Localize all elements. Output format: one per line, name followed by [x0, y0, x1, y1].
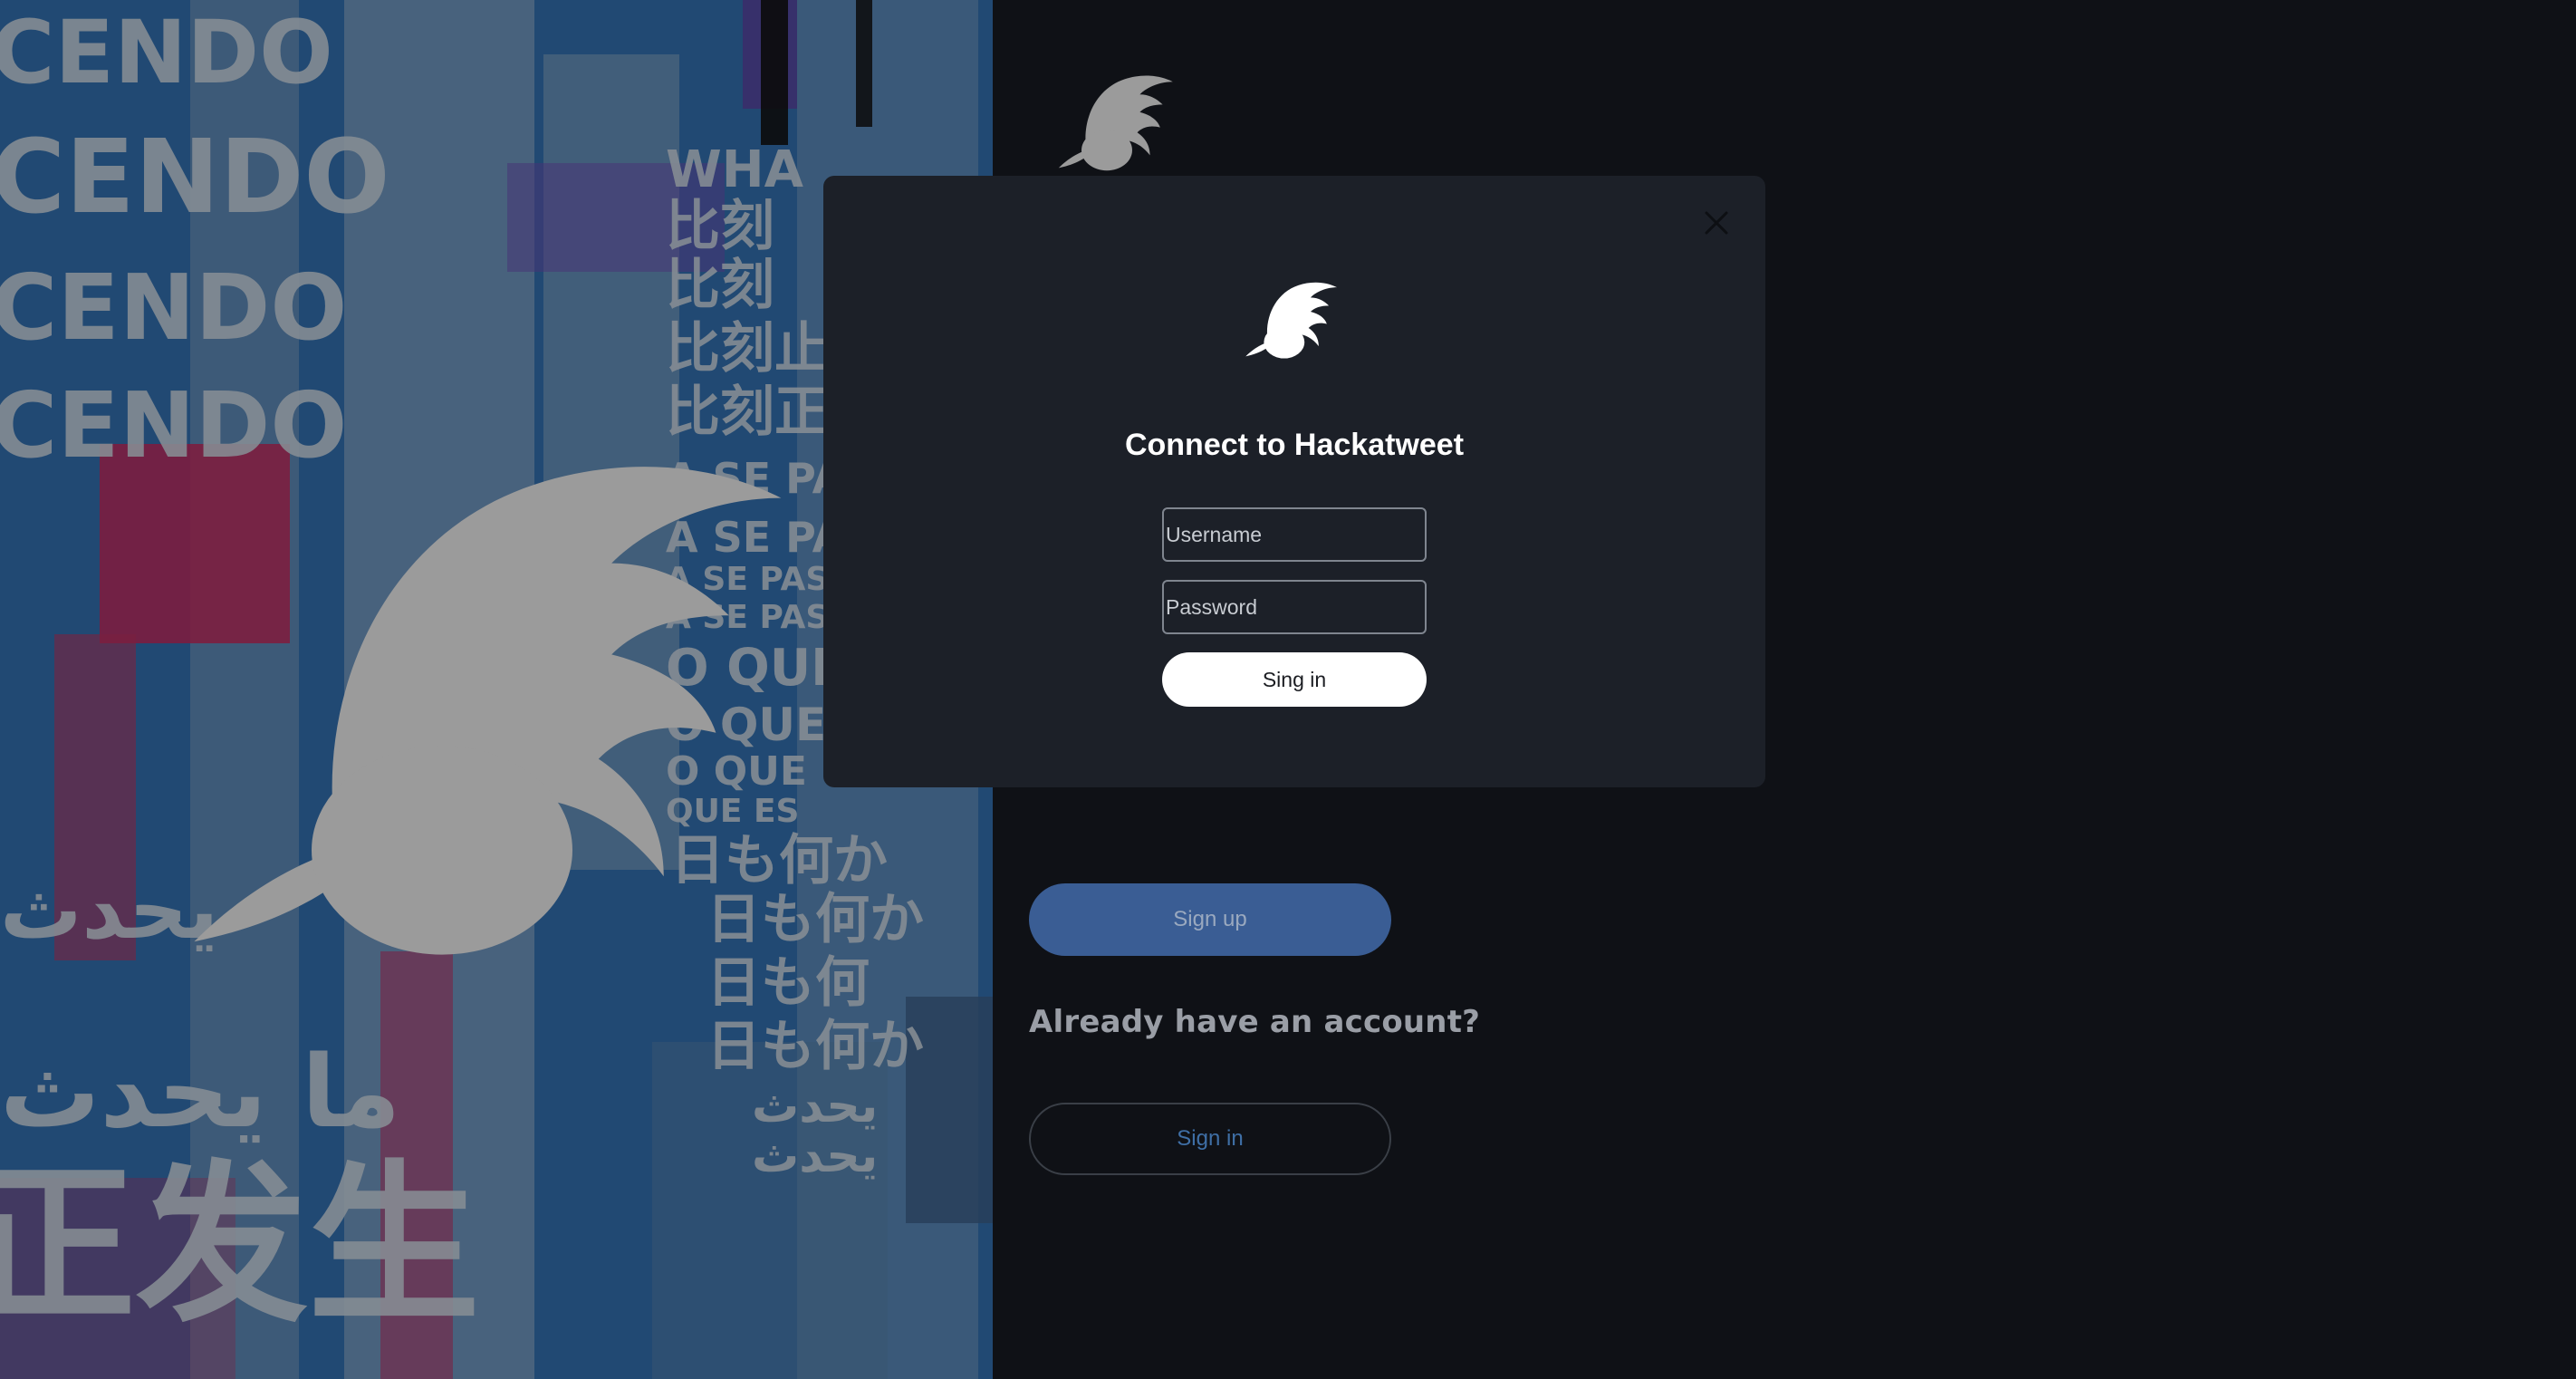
modal-title: Connect to Hackatweet [1124, 428, 1465, 462]
username-input[interactable] [1162, 507, 1427, 562]
password-input[interactable] [1162, 580, 1427, 634]
modal-signin-button[interactable]: Sing in [1162, 652, 1427, 707]
signin-modal: Connect to Hackatweet Sing in [823, 176, 1765, 787]
signin-button[interactable]: Sign in [1029, 1103, 1391, 1175]
login-page: CENDO CENDO CENDO CENDO WHA 比刻 比刻 比刻止 比刻… [0, 0, 2576, 1379]
signup-button[interactable]: Sign up [1029, 883, 1391, 956]
close-icon[interactable] [1702, 208, 1731, 237]
hackatweet-logo-icon [194, 467, 782, 955]
already-have-account-text: Already have an account? [1029, 1004, 1481, 1040]
modal-logo-icon [1245, 282, 1338, 359]
header-logo-icon [1058, 75, 1173, 171]
